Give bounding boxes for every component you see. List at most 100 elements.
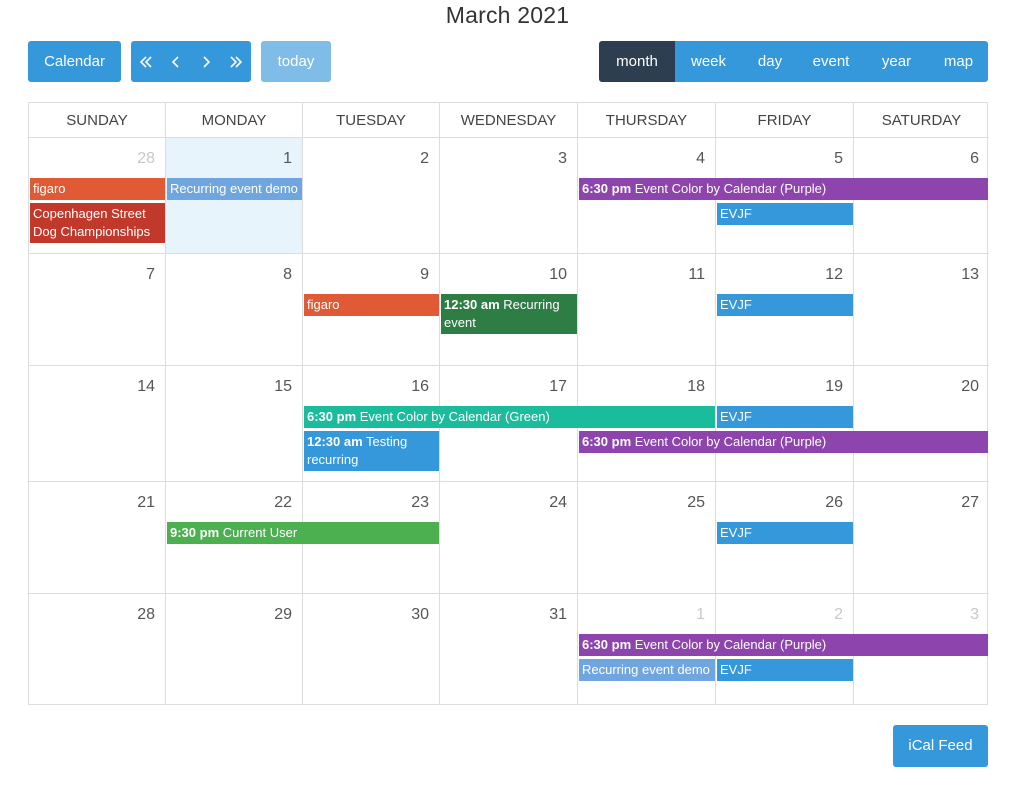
day-number[interactable]: 20 [961,378,979,396]
day-cell[interactable]: 3 [440,138,578,254]
calendar-event[interactable]: 12:30 am Testing recurring [304,431,439,471]
view-map-button[interactable]: map [929,41,988,82]
weekday-header-monday: MONDAY [166,103,303,138]
weekday-header-sunday: SUNDAY [29,103,166,138]
page-title: March 2021 [445,2,570,28]
day-number[interactable]: 6 [970,150,979,168]
day-cell[interactable]: 14 [29,366,166,482]
day-number[interactable]: 3 [970,606,979,624]
day-number[interactable]: 2 [420,150,429,168]
day-number[interactable]: 2 [834,606,843,624]
calendar-event[interactable]: 9:30 pm Current User [167,522,439,544]
day-number[interactable]: 12 [825,266,843,284]
event-title: EVJF [720,409,752,424]
prev-month-button[interactable] [161,41,191,82]
chevron-left-icon [171,55,179,68]
day-cell[interactable]: 7 [29,254,166,366]
calendar-event[interactable]: EVJF [717,203,853,225]
calendar-event[interactable]: 6:30 pm Event Color by Calendar (Purple) [579,634,988,656]
day-cell[interactable]: 29 [166,594,303,705]
day-number[interactable]: 11 [688,266,705,284]
day-cell[interactable]: 27 [854,482,989,594]
view-event-button[interactable]: event [798,41,864,82]
day-cell[interactable]: 30 [303,594,440,705]
day-number[interactable]: 5 [834,150,843,168]
calendar-event[interactable]: EVJF [717,522,853,544]
day-number[interactable]: 9 [420,266,429,284]
day-number[interactable]: 10 [549,266,567,284]
day-cell[interactable]: 8 [166,254,303,366]
day-number[interactable]: 8 [283,266,292,284]
view-day-button[interactable]: day [742,41,798,82]
day-number[interactable]: 14 [137,378,155,396]
next-year-button[interactable] [221,41,251,82]
day-cell[interactable]: 11 [578,254,716,366]
event-time: 12:30 am [307,434,363,449]
weekday-header-saturday: SATURDAY [854,103,989,138]
day-number[interactable]: 21 [137,494,155,512]
next-month-button[interactable] [191,41,221,82]
day-number[interactable]: 7 [146,266,155,284]
view-switcher: month week day event year map [599,41,988,82]
weekday-header-thursday: THURSDAY [578,103,716,138]
event-title: Current User [222,525,298,540]
calendar-event[interactable]: 12:30 am Recurring event [441,294,577,334]
day-number[interactable]: 18 [687,378,705,396]
day-cell[interactable]: 24 [440,482,578,594]
day-cell[interactable]: 28 [29,594,166,705]
view-year-button[interactable]: year [864,41,929,82]
calendar-event[interactable]: figaro [304,294,439,316]
event-title: figaro [33,181,66,196]
calendar-event[interactable]: 6:30 pm Event Color by Calendar (Green) [304,406,715,428]
day-cell[interactable]: 13 [854,254,989,366]
day-number[interactable]: 28 [137,606,155,624]
day-number[interactable]: 16 [411,378,429,396]
event-title: Recurring event demo [170,181,298,196]
day-number[interactable]: 26 [825,494,843,512]
day-number[interactable]: 19 [825,378,843,396]
event-title: EVJF [720,525,752,540]
day-cell[interactable]: 20 [854,366,989,482]
prev-year-button[interactable] [131,41,161,82]
day-number[interactable]: 29 [274,606,292,624]
day-number[interactable]: 4 [696,150,705,168]
calendar-event[interactable]: EVJF [717,294,853,316]
event-title: Event Color by Calendar (Purple) [634,434,827,449]
day-number[interactable]: 3 [558,150,567,168]
day-cell[interactable]: 2 [303,138,440,254]
event-time: 6:30 pm [307,409,357,424]
calendar-event[interactable]: 6:30 pm Event Color by Calendar (Purple) [579,431,988,453]
day-cell[interactable]: 21 [29,482,166,594]
day-cell[interactable]: 31 [440,594,578,705]
calendar-event[interactable]: 6:30 pm Event Color by Calendar (Purple) [579,178,988,200]
day-number[interactable]: 25 [687,494,705,512]
day-number[interactable]: 17 [549,378,567,396]
day-number[interactable]: 23 [411,494,429,512]
calendar-event[interactable]: Copenhagen Street Dog Championships [30,203,165,243]
day-number[interactable]: 15 [274,378,292,396]
calendar-button[interactable]: Calendar [28,41,121,82]
event-title: Copenhagen Street Dog Championships [33,206,151,239]
day-number[interactable]: 22 [274,494,292,512]
calendar-event[interactable]: Recurring event demo [167,178,302,200]
event-title: EVJF [720,206,752,221]
calendar-event[interactable]: EVJF [717,406,853,428]
day-number[interactable]: 31 [549,606,567,624]
weekday-header-wednesday: WEDNESDAY [440,103,578,138]
day-number[interactable]: 27 [961,494,979,512]
today-button[interactable]: today [261,41,331,82]
ical-feed-button[interactable]: iCal Feed [893,725,988,767]
day-number[interactable]: 30 [411,606,429,624]
day-cell[interactable]: 25 [578,482,716,594]
view-month-button[interactable]: month [599,41,675,82]
day-number[interactable]: 28 [137,150,155,168]
day-number[interactable]: 24 [549,494,567,512]
calendar-event[interactable]: EVJF [717,659,853,681]
view-week-button[interactable]: week [675,41,742,82]
calendar-event[interactable]: figaro [30,178,165,200]
day-number[interactable]: 1 [696,606,705,624]
day-number[interactable]: 13 [961,266,979,284]
calendar-event[interactable]: Recurring event demo [579,659,715,681]
day-number[interactable]: 1 [283,150,292,168]
day-cell[interactable]: 15 [166,366,303,482]
